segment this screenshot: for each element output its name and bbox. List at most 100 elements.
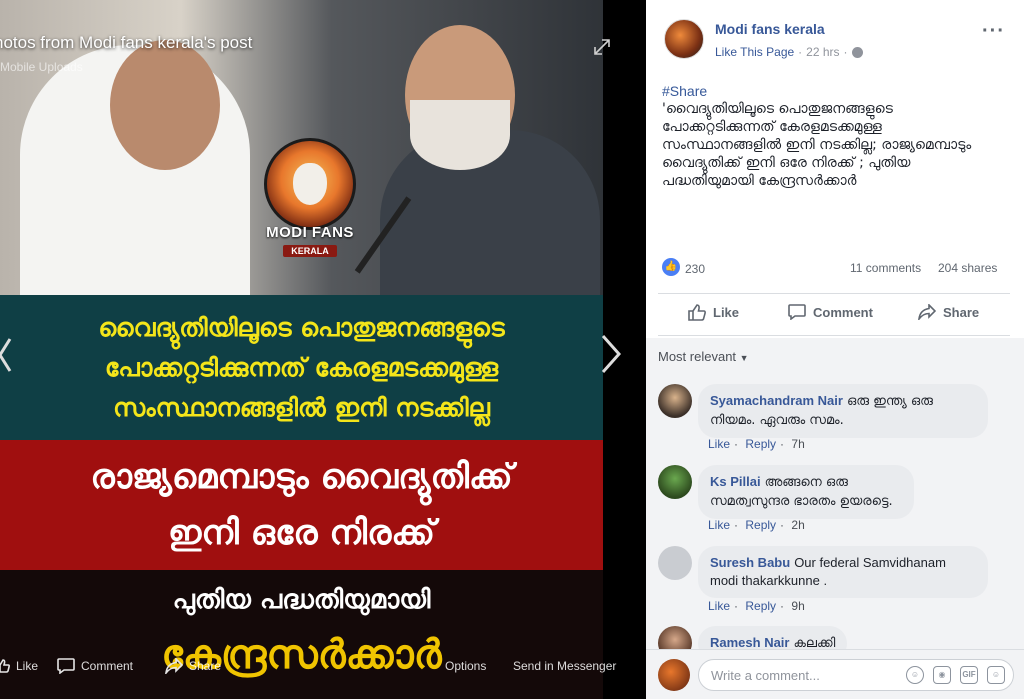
hashtag-link[interactable]: #Share [662,82,1002,100]
comment-button[interactable]: Comment [788,304,873,320]
viewer-like-label: Like [16,659,39,673]
share-icon [165,658,183,674]
send-in-messenger-button[interactable]: Send in Messenger [513,659,616,673]
viewer-like-button[interactable]: Like [0,659,38,673]
comment-bubble: Suresh Babu Our federal Samvidhanam modi … [698,546,988,598]
photo-viewer: MODI FANS KERALA വൈദ്യുതിയിലൂടെ പൊതുജനങ്… [0,0,646,699]
viewer-action-bar: Like Comment Share Options Send in Messe… [0,650,646,682]
post-side-panel: Modi fans kerala Like This Page · 22 hrs… [646,0,1024,699]
divider [658,335,1010,336]
comment-reply-link[interactable]: Reply [745,599,776,613]
comment-actions: Like · Reply · 2h [708,518,805,532]
page-name-link[interactable]: Modi fans kerala [715,21,825,37]
current-user-avatar [658,659,690,691]
next-photo-arrow-icon[interactable] [598,332,624,376]
headline-band-1: വൈദ്യുതിയിലൂടെ പൊതുജനങ്ങളുടെ പോക്കറ്റടിക… [0,295,603,440]
comment-icon [788,304,806,320]
post-timestamp[interactable]: 22 hrs [806,45,839,59]
comment-time[interactable]: 2h [791,518,804,532]
comment-actions: Like · Reply · 7h [708,437,805,451]
modi-fans-kerala-logo: MODI FANS KERALA [258,138,362,258]
comments-count[interactable]: 11 comments [850,261,921,275]
send-in-messenger-label: Send in Messenger [513,659,617,673]
comment-reply-link[interactable]: Reply [745,518,776,532]
comment-icon [57,658,75,674]
post-header: Modi fans kerala Like This Page · 22 hrs… [646,0,1024,72]
comment-sort-label: Most relevant [658,349,737,364]
like-page-link[interactable]: Like This Page [715,45,794,59]
logo-line2: KERALA [283,245,337,257]
commenter-avatar[interactable] [658,546,692,580]
photo-caption-album[interactable]: Mobile Uploads [0,60,83,74]
comment-time[interactable]: 7h [791,437,804,451]
comment-reply-link[interactable]: Reply [745,437,776,451]
post-body: #Share 'വൈദ്യുതിയിലൂടെ പൊതുജനങ്ങളുടെ പോക… [662,82,1002,190]
band2-line: ഇനി ഒരേ നിരക്ക് [168,513,435,553]
post-photo[interactable]: MODI FANS KERALA വൈദ്യുതിയിലൂടെ പൊതുജനങ്… [0,0,603,699]
camera-icon[interactable]: ◉ [933,666,951,684]
write-comment-bar: Write a comment... ☺ ◉ GIF ☺ [646,649,1024,699]
headline-band-3: പുതിയ പദ്ധതിയുമായി [0,570,603,630]
thumbs-up-icon [688,304,706,321]
comment-label: Comment [813,304,873,320]
comment-bubble: Ks Pillai അങ്ങനെ ഒരു സമത്വസുന്ദര ഭാരതം ഉയ… [698,465,914,519]
like-reaction-icon[interactable]: 👍 [662,258,680,276]
meta-separator: · [798,45,803,59]
comment-bubble: Ramesh Nair കലക്കി [698,626,848,649]
logo-line1: MODI FANS [266,224,354,241]
gif-icon[interactable]: GIF [960,666,978,684]
like-label: Like [713,305,740,320]
commenter-avatar[interactable] [658,384,692,418]
commenter-avatar[interactable] [658,465,692,499]
comment-time[interactable]: 9h [791,599,804,613]
band1-line: പോക്കറ്റടിക്കുന്നത് കേരളമടക്കമുള്ള [104,352,499,382]
previous-photo-arrow-icon[interactable] [0,335,16,375]
viewer-options-button[interactable]: Options [445,659,486,673]
sticker-icon[interactable]: ☺ [987,666,1005,684]
band1-line: വൈദ്യുതിയിലൂടെ പൊതുജനങ്ങളുടെ [98,312,505,342]
comment-bubble: Syamachandram Nair ഒരു ഇന്ത്യ ഒരു നിയമം. … [698,384,988,438]
person-right-beard [410,100,510,170]
viewer-options-label: Options [445,659,487,673]
comment-input-placeholder: Write a comment... [711,668,820,683]
commenter-avatar[interactable] [658,626,692,649]
viewer-comment-label: Comment [81,659,134,673]
post-action-bar: Like Comment Share [658,296,1010,332]
comment-input-tools: ☺ ◉ GIF ☺ [906,666,1005,684]
caret-down-icon: ▼ [739,353,749,363]
band2-line: രാജ്യമെമ്പാടും വൈദ്യുതിക്ക് [90,457,513,497]
band1-line: സംസ്ഥാനങ്ങളിൽ ഇനി നടക്കില്ല [113,392,490,422]
share-icon [918,304,936,320]
lion-logo-icon [264,138,356,230]
comment-text: കലക്കി [793,636,836,649]
comments-section[interactable]: Most relevant ▼ Syamachandram Nair ഒരു ഇന… [646,338,1024,649]
reaction-count[interactable]: 230 [685,262,705,276]
like-button[interactable]: Like [688,304,739,321]
comment-input[interactable]: Write a comment... ☺ ◉ GIF ☺ [698,659,1014,691]
viewer-share-button[interactable]: Share [165,658,221,674]
post-message: 'വൈദ്യുതിയിലൂടെ പൊതുജനങ്ങളുടെ പോക്കറ്റടി… [662,101,972,189]
meta-separator: · [843,45,848,59]
share-button[interactable]: Share [918,304,979,320]
comment-actions: Like · Reply · 9h [708,599,805,613]
globe-icon [851,46,863,58]
shares-count[interactable]: 204 shares [938,261,997,275]
viewer-share-label: Share [189,659,222,673]
more-options-icon[interactable]: ··· [982,20,1005,43]
emoji-icon[interactable]: ☺ [906,666,924,684]
comment-sort-dropdown[interactable]: Most relevant ▼ [658,349,749,364]
commenter-name[interactable]: Ramesh Nair [710,635,789,649]
thumbs-up-icon [0,659,10,673]
expand-icon[interactable] [591,36,613,58]
comment-like-link[interactable]: Like [708,518,730,532]
photo-caption-title[interactable]: hotos from Modi fans kerala's post [0,33,252,53]
viewer-comment-button[interactable]: Comment [57,658,133,674]
headline-band-2: രാജ്യമെമ്പാടും വൈദ്യുതിക്ക് ഇനി ഒരേ നിരക… [0,440,603,570]
comment-like-link[interactable]: Like [708,599,730,613]
commenter-name[interactable]: Ks Pillai [710,474,761,489]
comment-like-link[interactable]: Like [708,437,730,451]
page-avatar[interactable] [664,19,704,59]
commenter-name[interactable]: Syamachandram Nair [710,393,843,408]
commenter-name[interactable]: Suresh Babu [710,555,790,570]
post-meta: Like This Page · 22 hrs · [715,45,863,59]
